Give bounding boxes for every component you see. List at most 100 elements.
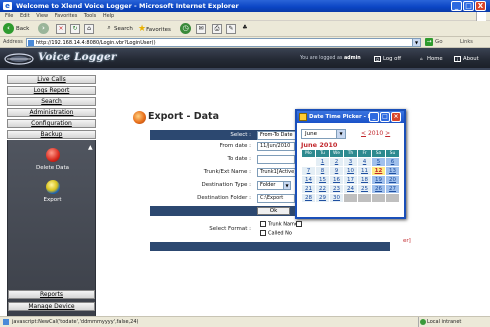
messenger-button[interactable]: ♣ <box>240 23 250 35</box>
second-option-checkbox[interactable] <box>296 221 304 228</box>
day-cell[interactable]: 5 <box>371 157 386 167</box>
sidebar: Live Calls Logs Report Search Administra… <box>0 72 103 316</box>
to-date-input[interactable] <box>257 155 295 164</box>
minimize-button[interactable]: _ <box>451 1 462 11</box>
title-bar: e Welcome to Xlend Voice Logger - Micros… <box>0 0 490 12</box>
sidebar-item-backup[interactable]: Backup <box>7 130 96 139</box>
day-cell[interactable]: 15 <box>315 175 330 185</box>
forward-button[interactable]: › <box>38 23 51 35</box>
day-cell[interactable]: 3 <box>343 157 358 167</box>
destination-type-select[interactable]: Folder ▼ <box>257 181 291 190</box>
day-cell[interactable]: 11 <box>357 166 372 176</box>
day-cell[interactable]: 2 <box>329 157 344 167</box>
delete-data-item[interactable]: Delete Data <box>8 148 97 171</box>
sidebar-item-configuration[interactable]: Configuration <box>7 119 96 128</box>
day-cell[interactable]: 29 <box>315 193 330 203</box>
day-cell[interactable]: 14 <box>301 175 316 185</box>
refresh-button[interactable]: ↻ <box>70 23 80 35</box>
day-cell[interactable]: 21 <box>301 184 316 194</box>
day-cell[interactable]: 30 <box>329 193 344 203</box>
sidebar-item-manage-device[interactable]: Manage Device <box>8 302 95 311</box>
today-day-cell[interactable]: 12 <box>371 166 386 176</box>
stop-button[interactable]: × <box>56 23 66 35</box>
to-date-label: To date : <box>227 156 251 162</box>
day-cell[interactable]: 8 <box>315 166 330 176</box>
logoff-link[interactable]: ⏻ Log off <box>374 55 401 63</box>
day-cell[interactable]: 19 <box>371 175 386 185</box>
sidebar-item-search[interactable]: Search <box>7 97 96 106</box>
checkbox-box <box>296 221 302 227</box>
destination-type-label: Destination Type : <box>201 182 251 188</box>
menu-favorites[interactable]: Favorites <box>55 13 78 19</box>
menu-edit[interactable]: Edit <box>20 13 30 19</box>
mail-button[interactable]: ✉ <box>196 23 206 35</box>
edit-button[interactable]: ✎ <box>226 23 236 35</box>
menu-tools[interactable]: Tools <box>84 13 96 19</box>
browser-toolbar: ‹ Back › × ↻ ⌂ ⌕ Search ★Favorites ◷ ✉ ⎙ ✎… <box>0 21 490 37</box>
day-cell[interactable]: 4 <box>357 157 372 167</box>
day-cell[interactable]: 18 <box>357 175 372 185</box>
search-button[interactable]: ⌕ Search <box>104 23 133 35</box>
window-title: Welcome to Xlend Voice Logger - Microsof… <box>16 2 239 10</box>
empty-day-cell <box>371 193 386 203</box>
home-link[interactable]: ⌂ Home <box>418 55 442 63</box>
select-label: Select : <box>230 132 251 138</box>
from-date-input[interactable]: 11/Jun/2010 <box>257 142 295 151</box>
week-row: 7 8 9 10 11 12 13 <box>301 166 400 176</box>
day-cell[interactable]: 25 <box>357 184 372 194</box>
year-next-link[interactable]: > <box>385 130 390 137</box>
called-no-checkbox[interactable]: Called No <box>260 230 292 237</box>
day-cell[interactable]: 13 <box>385 166 400 176</box>
maximize-button[interactable]: □ <box>463 1 474 11</box>
status-text: javascript:NewCal('todate','ddmmmyyyy',f… <box>12 319 139 325</box>
export-item[interactable]: Export <box>8 180 97 203</box>
back-button[interactable]: ‹ Back <box>3 23 29 35</box>
logged-info: You are logged as admin <box>300 56 361 61</box>
menu-help[interactable]: Help <box>103 13 114 19</box>
day-cell[interactable]: 23 <box>329 184 344 194</box>
menu-view[interactable]: View <box>36 13 48 19</box>
trunk-name-checkbox[interactable]: Trunk Name <box>260 221 298 228</box>
sidebar-item-reports[interactable]: Reports <box>8 290 95 299</box>
ok-button[interactable]: Ok <box>257 207 290 215</box>
menu-file[interactable]: File <box>5 13 13 19</box>
day-cell[interactable]: 24 <box>343 184 358 194</box>
destination-folder-input[interactable]: C:\Export <box>257 194 295 203</box>
address-input[interactable]: http://192.168.14.4:8080/Login.vbr?Login… <box>26 38 421 47</box>
day-cell[interactable]: 22 <box>315 184 330 194</box>
stop-icon: × <box>56 23 66 34</box>
day-cell[interactable]: 9 <box>329 166 344 176</box>
sidebar-item-administration[interactable]: Administration <box>7 108 96 117</box>
day-cell[interactable]: 17 <box>343 175 358 185</box>
favorites-star-icon: ★ <box>138 24 147 34</box>
day-cell[interactable]: 6 <box>385 157 400 167</box>
close-button[interactable]: X <box>475 1 486 11</box>
about-link[interactable]: i About <box>454 55 479 63</box>
day-cell[interactable]: 1 <box>315 157 330 167</box>
print-button[interactable]: ⎙ <box>212 23 222 35</box>
sidebar-item-live-calls[interactable]: Live Calls <box>7 75 96 84</box>
chevron-down-icon[interactable]: ▼ <box>412 39 420 46</box>
backup-submenu-panel: ▲ Delete Data Export Reports Manage Devi… <box>7 140 96 316</box>
sidebar-item-logs-report[interactable]: Logs Report <box>7 86 96 95</box>
datepicker-minimize-button[interactable]: _ <box>369 112 379 122</box>
day-cell[interactable]: 26 <box>371 184 386 194</box>
month-select[interactable]: June ▼ <box>301 129 346 139</box>
week-row: 14 15 16 17 18 19 20 <box>301 175 400 185</box>
go-button[interactable]: → Go <box>425 38 443 47</box>
day-cell[interactable]: 10 <box>343 166 358 176</box>
forward-arrow-icon: › <box>38 23 49 34</box>
day-cell[interactable]: 27 <box>385 184 400 194</box>
datepicker-maximize-button[interactable]: □ <box>380 112 390 122</box>
year-prev-link[interactable]: < <box>361 130 366 137</box>
history-button[interactable]: ◷ <box>180 23 193 35</box>
day-cell[interactable]: 20 <box>385 175 400 185</box>
datepicker-close-button[interactable]: × <box>391 112 401 122</box>
home-button[interactable]: ⌂ <box>84 23 94 35</box>
day-cell[interactable]: 28 <box>301 193 316 203</box>
day-cell[interactable]: 7 <box>301 166 316 176</box>
day-cell[interactable]: 16 <box>329 175 344 185</box>
favorites-button[interactable]: ★Favorites <box>138 23 171 35</box>
partially-hidden-text: er] <box>403 238 411 244</box>
links-button[interactable]: Links <box>460 37 473 48</box>
